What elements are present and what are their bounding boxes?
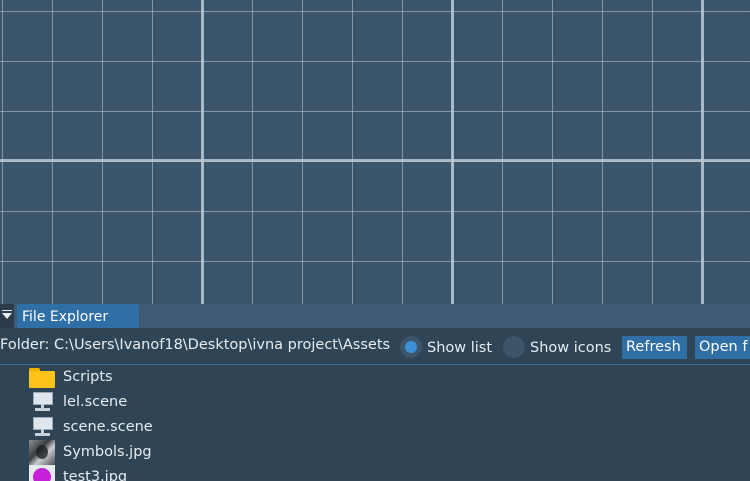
file-name: scene.scene	[63, 419, 153, 435]
tab-label: File Explorer	[22, 309, 109, 325]
show-list-label[interactable]: Show list	[427, 340, 492, 356]
list-item[interactable]: test3.jpg	[0, 465, 750, 481]
show-list-radio[interactable]	[400, 336, 422, 358]
collapse-triangle-icon[interactable]	[0, 304, 14, 328]
list-item[interactable]: lel.scene	[0, 390, 750, 415]
open-folder-button[interactable]: Open f	[695, 336, 750, 359]
file-list: Scripts lel.scene scene.scene Symbols.jp…	[0, 365, 750, 481]
scene-viewport-grid[interactable]	[0, 0, 750, 304]
dock-header: File Explorer	[0, 304, 750, 328]
grid-major-line	[0, 159, 750, 162]
tab-file-explorer[interactable]: File Explorer	[17, 304, 139, 328]
grid-major-line	[701, 0, 704, 304]
list-item[interactable]: Scripts	[0, 365, 750, 390]
folder-icon	[29, 365, 55, 390]
file-name: Scripts	[63, 369, 113, 385]
grid-major-line	[201, 0, 204, 304]
file-name: Symbols.jpg	[63, 444, 152, 460]
image-thumbnail-icon	[29, 465, 55, 481]
current-folder-path: Folder: C:\Users\Ivanof18\Desktop\ivna p…	[0, 337, 391, 353]
grid-major-line	[451, 0, 454, 304]
file-name: lel.scene	[63, 394, 128, 410]
file-name: test3.jpg	[63, 469, 128, 481]
show-icons-radio[interactable]	[503, 336, 525, 358]
show-icons-label[interactable]: Show icons	[530, 340, 611, 356]
list-item[interactable]: scene.scene	[0, 415, 750, 440]
file-explorer-toolbar: Folder: C:\Users\Ivanof18\Desktop\ivna p…	[0, 328, 750, 365]
refresh-button[interactable]: Refresh	[622, 336, 687, 359]
scene-file-icon	[29, 390, 55, 415]
image-thumbnail-icon	[29, 440, 55, 465]
list-item[interactable]: Symbols.jpg	[0, 440, 750, 465]
scene-file-icon	[29, 415, 55, 440]
